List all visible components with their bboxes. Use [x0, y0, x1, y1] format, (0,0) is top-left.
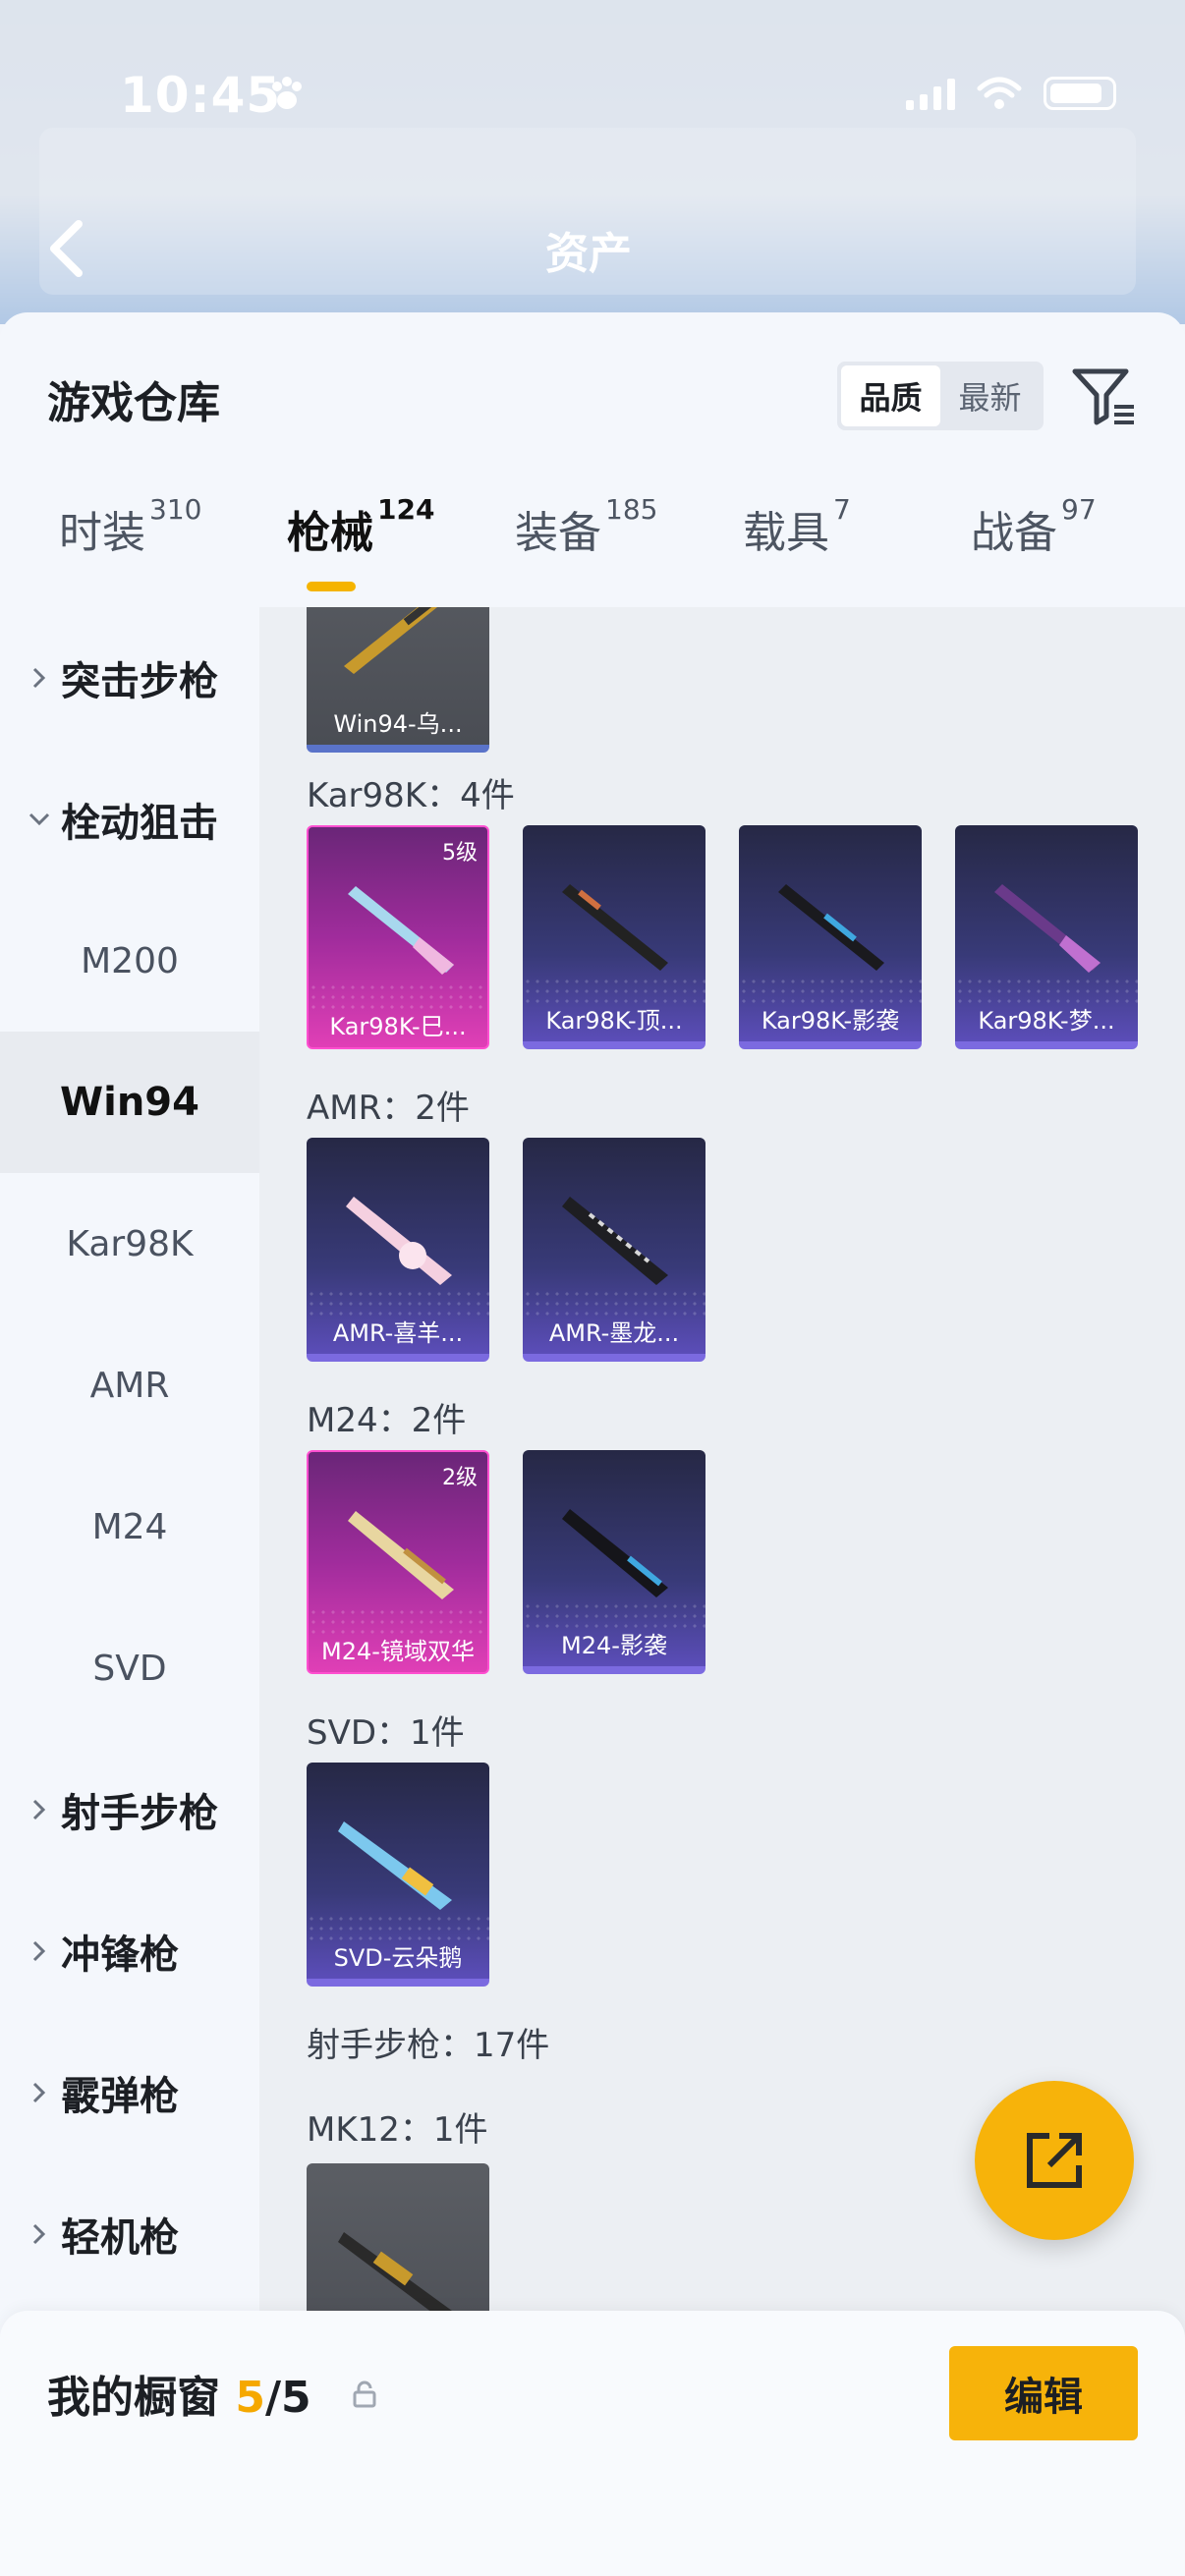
- item-card[interactable]: Kar98K-顶...: [523, 825, 705, 1049]
- rifle-icon: [338, 2232, 452, 2319]
- item-card[interactable]: Win94-乌...: [307, 607, 489, 753]
- item-card[interactable]: Kar98K-梦...: [955, 825, 1138, 1049]
- item-card[interactable]: Kar98K-影袭: [739, 825, 922, 1049]
- category-lmgs[interactable]: 轻机枪: [0, 2163, 259, 2305]
- item-card[interactable]: AMR-喜羊...: [307, 1138, 489, 1362]
- warehouse-sheet: 游戏仓库 品质 最新 时装 310 枪械 124 装备 185 载具 7 战备 97 突击: [0, 312, 1185, 2576]
- tab-vehicles[interactable]: 载具 7: [743, 493, 851, 560]
- sort-newest-button[interactable]: 最新: [940, 365, 1040, 426]
- category-bolt-action-snipers[interactable]: 栓动狙击: [0, 749, 259, 890]
- item-card[interactable]: SVD-云朵鹅: [307, 1763, 489, 1987]
- back-arrow-icon[interactable]: [39, 214, 98, 283]
- chevron-right-icon: [32, 1799, 46, 1820]
- tab-indicator: [307, 582, 356, 591]
- share-button[interactable]: [975, 2081, 1134, 2240]
- section-header-kar98k: Kar98K：4件: [307, 776, 515, 815]
- page-title: 资产: [545, 229, 632, 279]
- sheet-title: 游戏仓库: [47, 378, 220, 428]
- category-shotguns[interactable]: 霰弹枪: [0, 2022, 259, 2163]
- item-name: M24-镜域双华: [321, 1638, 475, 1665]
- category-sidebar: 突击步枪 栓动狙击 M200 Win94 Kar98K AMR M24 SVD …: [0, 607, 259, 2356]
- showcase-bar: 我的橱窗 5/5 编辑: [0, 2311, 1185, 2576]
- item-name: AMR-墨龙...: [548, 1319, 680, 1347]
- rifle-icon: [994, 884, 1100, 973]
- edit-button[interactable]: 编辑: [949, 2346, 1138, 2440]
- item-name: AMR-喜羊...: [332, 1319, 464, 1347]
- rifle-icon: [338, 1821, 452, 1910]
- tab-fashion[interactable]: 时装 310: [59, 493, 201, 560]
- showcase-label: 我的橱窗 5/5: [47, 2373, 311, 2423]
- section-header-amr: AMR：2件: [307, 1089, 470, 1128]
- rifle-icon: [562, 884, 668, 971]
- filter-icon[interactable]: [1069, 362, 1138, 430]
- subcategory-svd[interactable]: SVD: [0, 1597, 259, 1739]
- status-icons: [906, 77, 1116, 110]
- external-link-icon: [1027, 2133, 1082, 2188]
- tab-supplies[interactable]: 战备 97: [971, 493, 1097, 560]
- item-card[interactable]: 2级 M24-镜域双华: [307, 1450, 489, 1674]
- showcase-count: 5/5: [235, 2373, 311, 2423]
- chevron-right-icon: [32, 2082, 46, 2103]
- sort-toggle: 品质 最新: [837, 362, 1044, 430]
- category-marksman-rifles[interactable]: 射手步枪: [0, 1739, 259, 1880]
- item-card[interactable]: AMR-墨龙...: [523, 1138, 705, 1362]
- subcategory-win94[interactable]: Win94: [0, 1032, 259, 1173]
- category-smgs[interactable]: 冲锋枪: [0, 1880, 259, 2022]
- item-name: Kar98K-梦...: [978, 1007, 1115, 1035]
- chevron-right-icon: [32, 2223, 46, 2245]
- section-header-mk12: MK12：1件: [307, 2110, 488, 2150]
- item-card[interactable]: 5级 Kar98K-巳...: [307, 825, 489, 1049]
- item-card[interactable]: M24-影袭: [523, 1450, 705, 1674]
- item-name: SVD-云朵鹅: [333, 1944, 463, 1972]
- wifi-icon: [977, 77, 1022, 109]
- rifle-icon: [346, 1197, 452, 1285]
- item-name: Win94-乌...: [333, 710, 463, 738]
- item-name: M24-影袭: [561, 1632, 667, 1659]
- status-time: 10:45: [120, 67, 282, 124]
- signal-icon: [906, 77, 955, 110]
- section-header-m24: M24：2件: [307, 1401, 467, 1440]
- subcategory-m24[interactable]: M24: [0, 1456, 259, 1597]
- chevron-right-icon: [32, 1940, 46, 1962]
- rifle-icon: [348, 1511, 454, 1599]
- subcategory-amr[interactable]: AMR: [0, 1315, 259, 1456]
- item-name: Kar98K-影袭: [761, 1007, 900, 1035]
- tab-guns[interactable]: 枪械 124: [287, 493, 434, 560]
- lock-icon: [353, 2380, 376, 2408]
- rifle-icon: [562, 1509, 668, 1597]
- category-assault-rifles[interactable]: 突击步枪: [0, 607, 259, 749]
- rifle-icon: [348, 886, 454, 975]
- chevron-down-icon: [28, 812, 50, 826]
- item-name: Kar98K-顶...: [545, 1007, 683, 1035]
- rifle-icon: [778, 884, 884, 971]
- rifle-icon: [344, 607, 437, 674]
- paw-icon: [272, 77, 302, 109]
- subcategory-m200[interactable]: M200: [0, 890, 259, 1032]
- sort-quality-button[interactable]: 品质: [841, 365, 940, 426]
- subcategory-kar98k[interactable]: Kar98K: [0, 1173, 259, 1315]
- tab-equipment[interactable]: 装备 185: [515, 493, 657, 560]
- section-header-marksman: 射手步枪：17件: [307, 2026, 550, 2065]
- item-name: Kar98K-巳...: [329, 1013, 467, 1040]
- section-header-svd: SVD：1件: [307, 1713, 465, 1753]
- battery-icon: [1044, 77, 1116, 110]
- chevron-right-icon: [32, 667, 46, 689]
- rifle-icon: [562, 1197, 668, 1285]
- category-tabs: 时装 310 枪械 124 装备 185 载具 7 战备 97: [0, 493, 1185, 595]
